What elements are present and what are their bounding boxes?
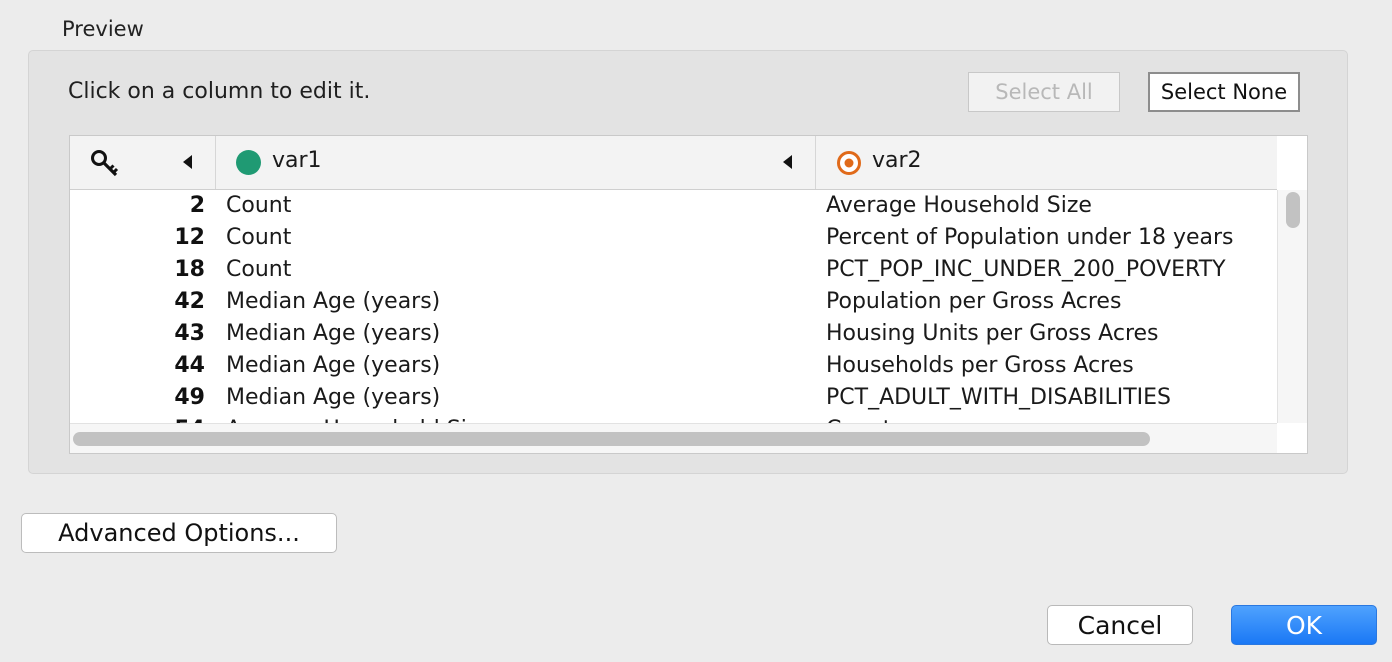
green-dot-icon	[236, 150, 261, 175]
key-icon	[91, 150, 119, 177]
table-row[interactable]: 43 Median Age (years) Housing Units per …	[70, 318, 1277, 350]
cell-var2: Housing Units per Gross Acres	[826, 321, 1159, 346]
vertical-scrollbar[interactable]	[1277, 190, 1307, 423]
cell-var1: Count	[226, 257, 292, 282]
table-row[interactable]: 18 Count PCT_POP_INC_UNDER_200_POVERTY	[70, 254, 1277, 286]
cell-var1: Median Age (years)	[226, 385, 441, 410]
cell-var1: Average Household Size	[226, 414, 492, 423]
row-key: 12	[174, 225, 205, 250]
row-key: 54	[70, 414, 205, 423]
collapse-left-icon[interactable]	[183, 155, 192, 169]
cell-var1: Count	[226, 193, 292, 218]
ok-button[interactable]: OK	[1231, 605, 1377, 645]
column-title-var1: var1	[272, 148, 322, 173]
cell-var2: Percent of Population under 18 years	[826, 225, 1234, 250]
collapse-left-icon[interactable]	[783, 155, 792, 169]
scroll-corner	[1277, 423, 1307, 453]
table-row[interactable]: 54 Average Household Size Count	[70, 414, 1277, 423]
cell-var2: PCT_ADULT_WITH_DISABILITIES	[826, 385, 1172, 410]
cancel-button[interactable]: Cancel	[1047, 605, 1193, 645]
table-body: 2 Count Average Household Size 12 Count …	[70, 190, 1277, 423]
cell-var1: Median Age (years)	[226, 321, 441, 346]
column-title-var2: var2	[872, 148, 922, 173]
row-key: 2	[189, 193, 205, 218]
cell-var2: PCT_POP_INC_UNDER_200_POVERTY	[826, 257, 1226, 282]
row-key: 49	[174, 385, 205, 410]
table-row[interactable]: 12 Count Percent of Population under 18 …	[70, 222, 1277, 254]
preview-table: var1 var2 2 Count Average Household Size…	[69, 135, 1308, 454]
table-row[interactable]: 49 Median Age (years) PCT_ADULT_WITH_DIS…	[70, 382, 1277, 414]
cell-var1: Median Age (years)	[226, 289, 441, 314]
table-row[interactable]: 44 Median Age (years) Households per Gro…	[70, 350, 1277, 382]
row-key: 43	[174, 321, 205, 346]
cell-var2: Households per Gross Acres	[826, 353, 1134, 378]
column-header-var1[interactable]: var1	[216, 136, 816, 189]
cell-var1: Count	[226, 225, 292, 250]
row-key: 42	[174, 289, 205, 314]
cell-var2: Population per Gross Acres	[826, 289, 1122, 314]
preview-label: Preview	[62, 17, 144, 41]
table-row[interactable]: 42 Median Age (years) Population per Gro…	[70, 286, 1277, 318]
cell-var2: Average Household Size	[826, 193, 1092, 218]
target-icon	[837, 151, 861, 175]
cell-var2: Count	[826, 414, 891, 423]
column-header-key[interactable]	[70, 136, 216, 189]
column-header-var2[interactable]: var2	[816, 136, 1277, 189]
vertical-scroll-thumb[interactable]	[1286, 192, 1300, 228]
select-none-button[interactable]: Select None	[1148, 72, 1300, 112]
table-header: var1 var2	[70, 136, 1277, 190]
table-row[interactable]: 2 Count Average Household Size	[70, 190, 1277, 222]
instructions-text: Click on a column to edit it.	[68, 79, 371, 104]
horizontal-scrollbar[interactable]	[70, 423, 1277, 453]
cell-var1: Median Age (years)	[226, 353, 441, 378]
advanced-options-button[interactable]: Advanced Options...	[21, 513, 337, 553]
select-all-button[interactable]: Select All	[968, 72, 1120, 112]
horizontal-scroll-thumb[interactable]	[73, 432, 1150, 446]
row-key: 44	[174, 353, 205, 378]
row-key: 18	[174, 257, 205, 282]
preview-panel: Click on a column to edit it. Select All…	[28, 50, 1348, 474]
